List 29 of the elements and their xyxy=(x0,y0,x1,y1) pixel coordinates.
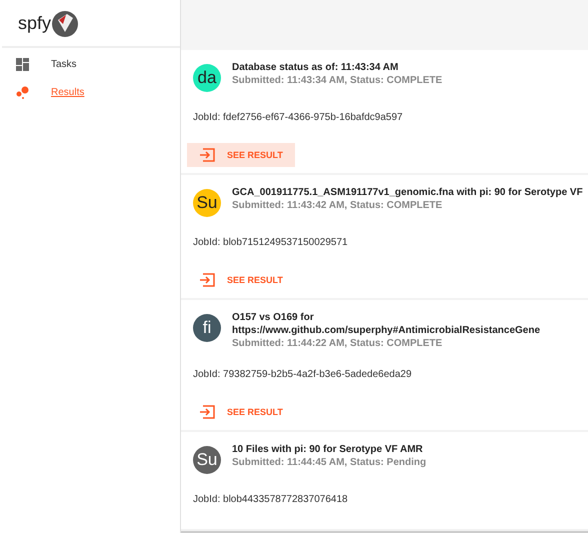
job-id: JobId: blob7151249537150029571 xyxy=(192,236,349,250)
result-status: Submitted: 11:44:45 AM, Status: Pending xyxy=(232,457,426,468)
job-id: JobId: fdef2756-ef67-4366-975b-16bafdc9a597 xyxy=(192,111,404,125)
bubbles-icon xyxy=(16,86,29,98)
dashboard-icon xyxy=(16,58,29,70)
job-id: JobId: 79382759-b2b5-4a2f-b3e6-5adede6eda29 xyxy=(192,368,413,382)
avatar: Su xyxy=(193,189,221,217)
result-title: O157 vs O169 for xyxy=(232,312,315,323)
result-title: 10 Files with pi: 90 for Serotype VF AMR xyxy=(232,444,424,455)
logo-icon xyxy=(51,10,80,38)
see-result-button[interactable]: SEE RESULT xyxy=(187,268,295,292)
avatar: Su xyxy=(193,446,221,474)
input-icon xyxy=(199,405,215,419)
nav-link[interactable]: Tasks xyxy=(0,50,180,78)
result-status: Submitted: 11:44:22 AM, Status: COMPLETE xyxy=(232,338,444,349)
avatar: da xyxy=(193,64,221,92)
result-title: https://www.github.com/superphy#AntimicrobialResistanceGene xyxy=(232,325,540,336)
result-title: GCA_001911775.1_ASM191177v1_genomic.fna with pi: 90 for Serotype VF xyxy=(232,187,583,198)
brand-name: spfy xyxy=(18,13,52,34)
see-result-button[interactable]: SEE RESULT xyxy=(187,400,295,424)
result-status: Submitted: 11:43:34 AM, Status: COMPLETE xyxy=(232,75,442,86)
input-icon xyxy=(199,273,215,287)
result-title: Database status as of: 11:43:34 AM xyxy=(232,62,400,73)
job-id: JobId: blob4433578772837076418 xyxy=(192,493,349,507)
nav-link[interactable]: Results xyxy=(0,78,180,106)
result-status: Submitted: 11:43:42 AM, Status: COMPLETE xyxy=(232,200,444,211)
see-result-button[interactable]: SEE RESULT xyxy=(187,143,295,167)
input-icon xyxy=(199,148,215,162)
avatar: fi xyxy=(193,314,221,342)
